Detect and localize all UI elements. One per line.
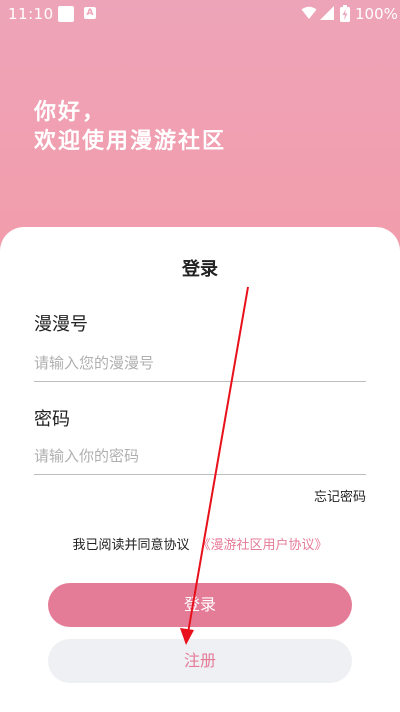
login-card: 登录 漫漫号 密码 忘记密码 我已阅读并同意协议《漫游社区用户协议》 登录 注册 <box>0 227 400 712</box>
battery-charging-icon <box>340 5 350 22</box>
greeting: 你好， 欢迎使用漫游社区 <box>34 98 226 156</box>
agreement-text[interactable]: 我已阅读并同意协议 <box>72 538 189 553</box>
login-title: 登录 <box>182 259 218 280</box>
account-label: 漫漫号 <box>34 314 88 335</box>
status-time: 11:10 <box>8 5 54 23</box>
forgot-password-link[interactable]: 忘记密码 <box>314 486 366 505</box>
account-input[interactable] <box>34 345 366 382</box>
login-button[interactable]: 登录 <box>48 583 352 627</box>
greeting-line-1: 你好， <box>34 100 107 125</box>
user-agreement-link[interactable]: 《漫游社区用户协议》 <box>198 538 328 553</box>
battery-percentage: 100% <box>355 5 398 23</box>
signal-icon <box>320 6 334 20</box>
password-label: 密码 <box>34 409 70 430</box>
agreement-row: 我已阅读并同意协议 《漫游社区用户协议》 <box>0 534 400 553</box>
notification-square-icon <box>58 6 74 22</box>
wifi-icon <box>301 6 317 19</box>
password-input[interactable] <box>34 438 366 475</box>
app-notification-icon: A <box>84 7 96 19</box>
status-bar: 11:10 A 100% <box>0 0 400 28</box>
register-button[interactable]: 注册 <box>48 639 352 683</box>
greeting-line-2: 欢迎使用漫游社区 <box>34 129 227 154</box>
